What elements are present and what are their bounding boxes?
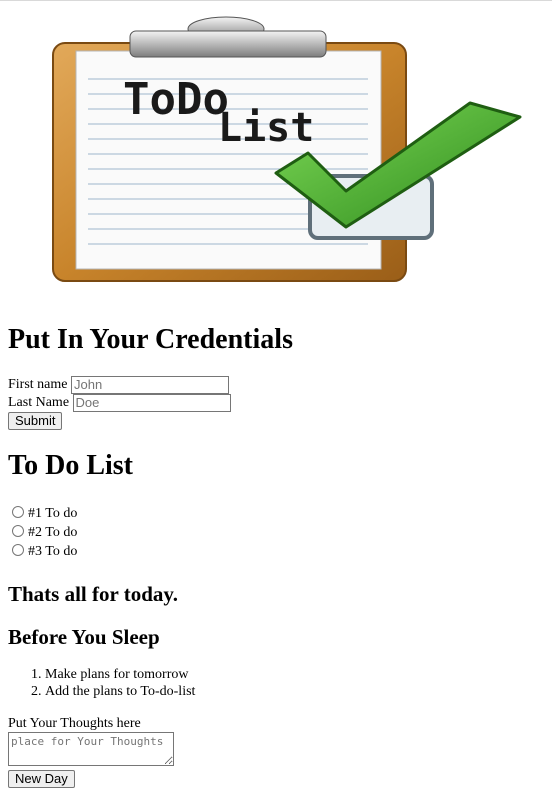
todo-heading: To Do List (8, 449, 134, 481)
todo-item[interactable]: #1 To do (8, 505, 544, 524)
credentials-heading: Put In Your Credentials (8, 324, 293, 355)
list-item: Make plans for tomorrow (45, 666, 544, 683)
todo-footer-heading: Thats all for today. (8, 581, 178, 606)
todo-item-label: #1 To do (28, 505, 78, 521)
new-day-button[interactable]: New Day (8, 769, 75, 788)
last-name-label: Last Name (8, 394, 70, 410)
first-name-row: First name (8, 375, 544, 394)
radio-button[interactable] (12, 524, 24, 537)
board-title-line1: ToDo (123, 74, 229, 125)
todo-item-label: #2 To do (28, 524, 78, 540)
todo-item-label: #3 To do (28, 543, 78, 559)
todo-list-clipboard-image: ToDo List (52, 16, 522, 282)
first-name-label: First name (8, 376, 68, 392)
radio-button[interactable] (12, 505, 24, 518)
list-item: Add the plans to To-do-list (45, 683, 544, 700)
todo-item[interactable]: #3 To do (8, 543, 544, 562)
last-name-row: Last Name (8, 393, 544, 412)
radio-button[interactable] (12, 543, 24, 556)
last-name-input[interactable] (72, 393, 231, 412)
thoughts-textarea[interactable] (8, 731, 174, 766)
sleep-heading: Before You Sleep (8, 624, 160, 649)
submit-button[interactable]: Submit (8, 411, 63, 430)
board-title-line2: List (218, 105, 314, 151)
todo-item[interactable]: #2 To do (8, 524, 544, 543)
first-name-input[interactable] (71, 375, 229, 394)
sleep-list: Make plans for tomorrow Add the plans to… (8, 666, 544, 700)
thoughts-label: Put Your Thoughts here (8, 715, 141, 731)
